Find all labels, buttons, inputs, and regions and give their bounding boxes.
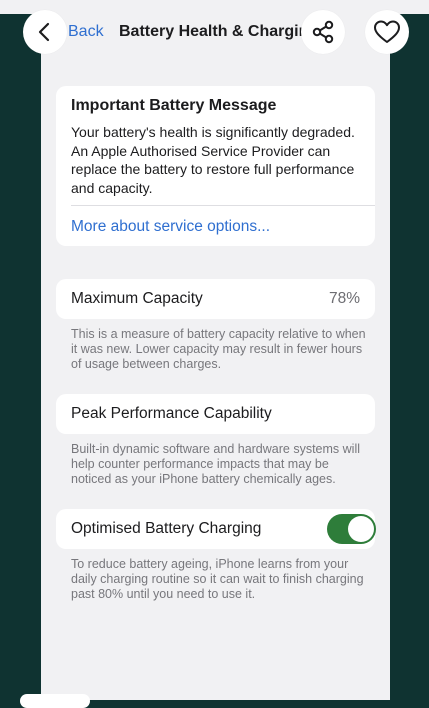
favorite-button[interactable]: [365, 10, 409, 54]
back-button[interactable]: [23, 10, 67, 54]
chevron-left-icon: [38, 22, 50, 42]
maximum-capacity-label: Maximum Capacity: [71, 290, 203, 307]
message-title: Important Battery Message: [71, 97, 277, 114]
optimised-charging-row: Optimised Battery Charging: [56, 509, 376, 549]
back-label[interactable]: Back: [68, 23, 104, 41]
settings-screen: Important Battery Message Your battery's…: [41, 0, 390, 700]
maximum-capacity-note: This is a measure of battery capacity re…: [71, 327, 366, 371]
share-button[interactable]: [301, 10, 345, 54]
message-body: Your battery's health is significantly d…: [71, 124, 355, 196]
peak-performance-note: Built-in dynamic software and hardware s…: [71, 442, 360, 486]
optimised-charging-note: To reduce battery ageing, iPhone learns …: [71, 557, 364, 601]
peak-performance-row: Peak Performance Capability: [56, 394, 375, 434]
peak-performance-label: Peak Performance Capability: [71, 405, 272, 422]
bottom-pill: [20, 694, 90, 708]
maximum-capacity-row: Maximum Capacity 78%: [56, 279, 375, 319]
divider: [71, 205, 375, 206]
optimised-charging-label: Optimised Battery Charging: [71, 520, 262, 537]
toggle-knob: [348, 516, 374, 542]
maximum-capacity-value: 78%: [328, 290, 360, 307]
important-battery-message-card: Important Battery Message Your battery's…: [56, 86, 375, 246]
page-title: Battery Health & Charging: [119, 23, 303, 40]
navigation-bar: Back Battery Health & Charging: [0, 0, 429, 64]
service-options-link[interactable]: More about service options...: [71, 218, 270, 236]
heart-icon: [374, 20, 400, 43]
optimised-charging-toggle[interactable]: [327, 514, 376, 544]
share-icon: [312, 20, 334, 44]
